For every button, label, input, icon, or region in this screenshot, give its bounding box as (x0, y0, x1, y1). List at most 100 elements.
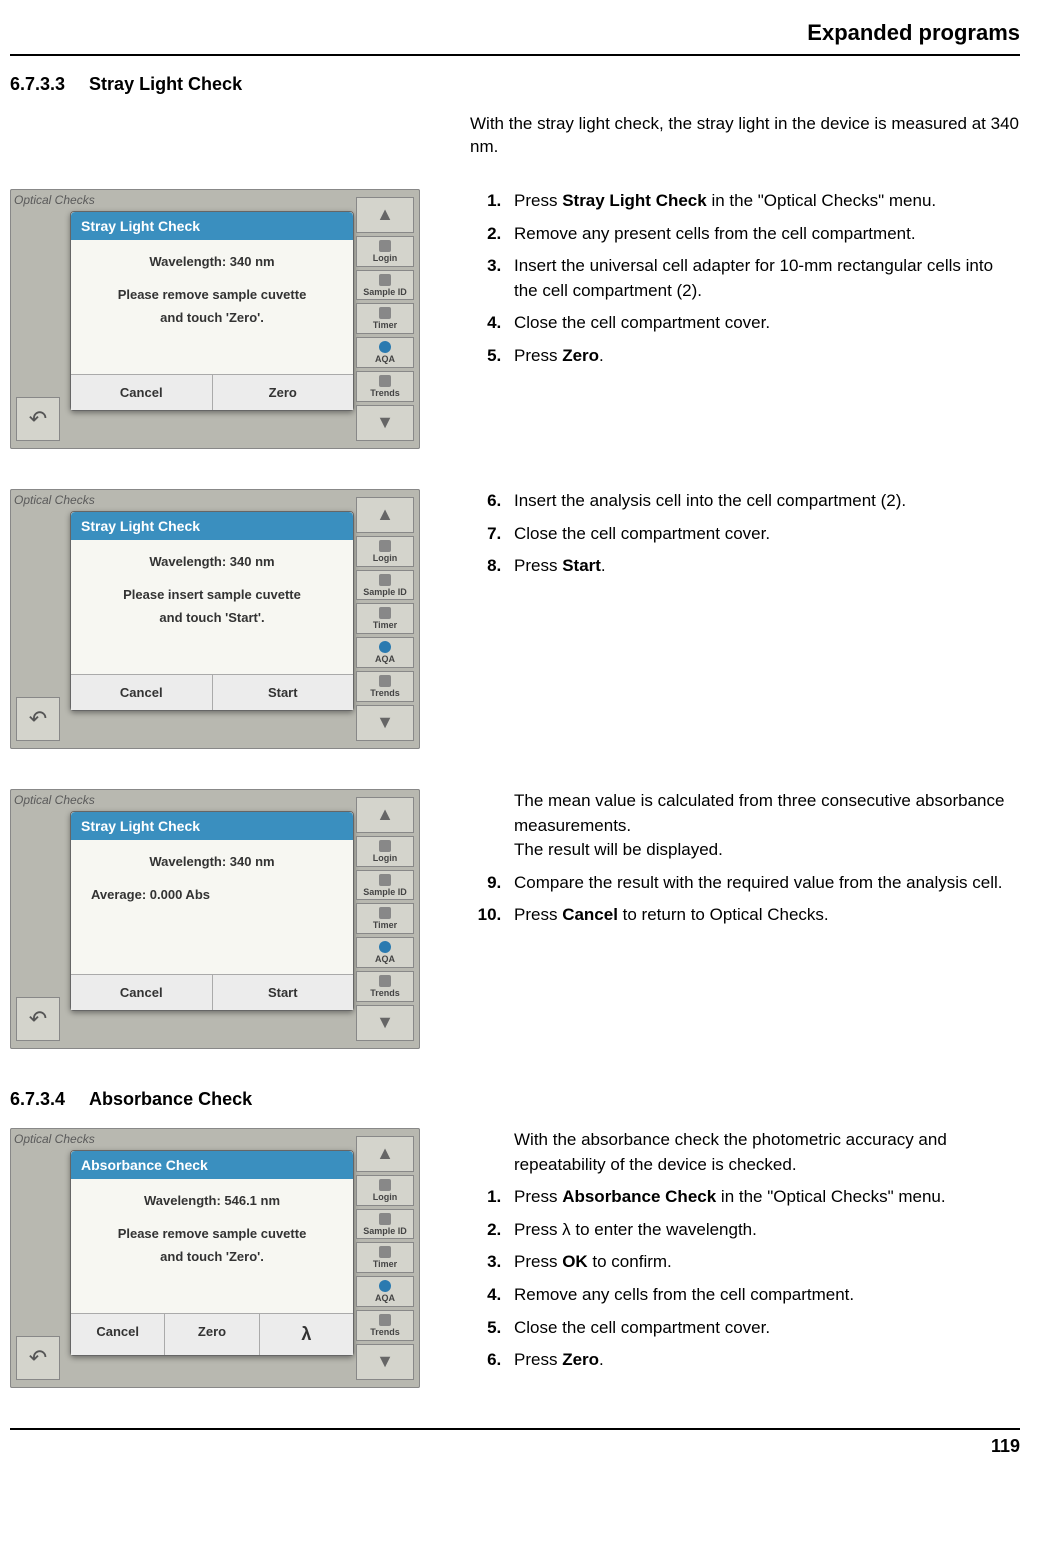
trends-button[interactable]: Trends (356, 971, 414, 1002)
trends-button[interactable]: Trends (356, 371, 414, 402)
section-heading-stray-light: 6.7.3.3 Stray Light Check (10, 74, 1020, 95)
dialog-title: Stray Light Check (71, 212, 353, 240)
section-title: Stray Light Check (89, 74, 242, 95)
average-value: Average: 0.000 Abs (91, 883, 343, 906)
back-button[interactable]: ↶ (16, 1336, 60, 1380)
section-number: 6.7.3.3 (10, 74, 65, 95)
sample-id-button[interactable]: Sample ID (356, 270, 414, 301)
page-number: 119 (10, 1428, 1020, 1457)
window-title: Optical Checks (14, 793, 95, 807)
dialog-message-line: and touch 'Zero'. (81, 306, 343, 329)
step-item: Press λ to enter the wavelength. (506, 1218, 1020, 1243)
scroll-down-icon[interactable]: ▼ (356, 1344, 414, 1380)
dialog-title: Stray Light Check (71, 812, 353, 840)
step-item: Compare the result with the required val… (506, 871, 1020, 896)
step-item: Press OK to confirm. (506, 1250, 1020, 1275)
screenshot-stray-light-start: Optical Checks Stray Light Check Wavelen… (10, 489, 420, 749)
wavelength-text: Wavelength: 546.1 nm (81, 1193, 343, 1208)
step-item: Press Start. (506, 554, 1020, 579)
back-button[interactable]: ↶ (16, 997, 60, 1041)
wavelength-text: Wavelength: 340 nm (81, 854, 343, 869)
aqa-button[interactable]: AQA (356, 1276, 414, 1307)
step-item: Remove any cells from the cell compartme… (506, 1283, 1020, 1308)
scroll-up-icon[interactable]: ▲ (356, 1136, 414, 1172)
cancel-button[interactable]: Cancel (71, 675, 213, 710)
step-item: Press Absorbance Check in the "Optical C… (506, 1185, 1020, 1210)
step-item: Remove any present cells from the cell c… (506, 222, 1020, 247)
aqa-button[interactable]: AQA (356, 337, 414, 368)
aqa-button[interactable]: AQA (356, 637, 414, 668)
step-item: Press Zero. (506, 344, 1020, 369)
scroll-down-icon[interactable]: ▼ (356, 405, 414, 441)
absorbance-intro: With the absorbance check the photometri… (514, 1128, 1020, 1177)
step-item: Insert the analysis cell into the cell c… (506, 489, 1020, 514)
zero-button[interactable]: Zero (213, 375, 354, 410)
cancel-button[interactable]: Cancel (71, 1314, 165, 1355)
dialog-message-line: and touch 'Start'. (81, 606, 343, 629)
scroll-up-icon[interactable]: ▲ (356, 497, 414, 533)
screenshot-stray-light-zero: Optical Checks Stray Light Check Wavelen… (10, 189, 420, 449)
wavelength-text: Wavelength: 340 nm (81, 254, 343, 269)
screenshot-absorbance-check: Optical Checks Absorbance Check Waveleng… (10, 1128, 420, 1388)
step-item: Press Cancel to return to Optical Checks… (506, 903, 1020, 928)
window-title: Optical Checks (14, 493, 95, 507)
back-button[interactable]: ↶ (16, 397, 60, 441)
window-title: Optical Checks (14, 193, 95, 207)
step-item: Press Stray Light Check in the "Optical … (506, 189, 1020, 214)
window-title: Optical Checks (14, 1132, 95, 1146)
sample-id-button[interactable]: Sample ID (356, 1209, 414, 1240)
step-item: Press Zero. (506, 1348, 1020, 1373)
timer-button[interactable]: Timer (356, 303, 414, 334)
dialog-absorbance: Absorbance Check Wavelength: 546.1 nm Pl… (70, 1150, 354, 1356)
scroll-down-icon[interactable]: ▼ (356, 1005, 414, 1041)
timer-button[interactable]: Timer (356, 603, 414, 634)
login-button[interactable]: Login (356, 536, 414, 567)
wavelength-text: Wavelength: 340 nm (81, 554, 343, 569)
dialog-message-line: and touch 'Zero'. (81, 1245, 343, 1268)
screenshot-stray-light-result: Optical Checks Stray Light Check Wavelen… (10, 789, 420, 1049)
timer-button[interactable]: Timer (356, 903, 414, 934)
start-button[interactable]: Start (213, 675, 354, 710)
step-item: Insert the universal cell adapter for 10… (506, 254, 1020, 303)
steps-block-1: Press Stray Light Check in the "Optical … (470, 189, 1020, 377)
scroll-down-icon[interactable]: ▼ (356, 705, 414, 741)
page-header: Expanded programs (10, 20, 1020, 56)
dialog-message-line: Please remove sample cuvette (81, 1222, 343, 1245)
sample-id-button[interactable]: Sample ID (356, 870, 414, 901)
step-item: Close the cell compartment cover. (506, 522, 1020, 547)
dialog-stray-light: Stray Light Check Wavelength: 340 nm Ple… (70, 211, 354, 411)
dialog-title: Absorbance Check (71, 1151, 353, 1179)
dialog-stray-light: Stray Light Check Wavelength: 340 nm Ave… (70, 811, 354, 1011)
login-button[interactable]: Login (356, 236, 414, 267)
section-intro: With the stray light check, the stray li… (470, 113, 1020, 159)
result-intro-line: The result will be displayed. (514, 838, 1020, 863)
aqa-button[interactable]: AQA (356, 937, 414, 968)
scroll-up-icon[interactable]: ▲ (356, 197, 414, 233)
start-button[interactable]: Start (213, 975, 354, 1010)
dialog-stray-light: Stray Light Check Wavelength: 340 nm Ple… (70, 511, 354, 711)
dialog-message-line: Please insert sample cuvette (81, 583, 343, 606)
steps-block-2: Insert the analysis cell into the cell c… (470, 489, 1020, 587)
cancel-button[interactable]: Cancel (71, 975, 213, 1010)
dialog-title: Stray Light Check (71, 512, 353, 540)
scroll-up-icon[interactable]: ▲ (356, 797, 414, 833)
lambda-button[interactable]: λ (260, 1314, 353, 1355)
step-item: Close the cell compartment cover. (506, 1316, 1020, 1341)
section-title: Absorbance Check (89, 1089, 252, 1110)
result-intro-line: The mean value is calculated from three … (514, 789, 1020, 838)
steps-block-3: The mean value is calculated from three … (470, 789, 1020, 936)
trends-button[interactable]: Trends (356, 1310, 414, 1341)
login-button[interactable]: Login (356, 836, 414, 867)
section-number: 6.7.3.4 (10, 1089, 65, 1110)
trends-button[interactable]: Trends (356, 671, 414, 702)
sample-id-button[interactable]: Sample ID (356, 570, 414, 601)
cancel-button[interactable]: Cancel (71, 375, 213, 410)
login-button[interactable]: Login (356, 1175, 414, 1206)
steps-block-4: With the absorbance check the photometri… (470, 1128, 1020, 1381)
back-button[interactable]: ↶ (16, 697, 60, 741)
section-heading-absorbance: 6.7.3.4 Absorbance Check (10, 1089, 1020, 1110)
dialog-message-line: Please remove sample cuvette (81, 283, 343, 306)
zero-button[interactable]: Zero (165, 1314, 259, 1355)
timer-button[interactable]: Timer (356, 1242, 414, 1273)
step-item: Close the cell compartment cover. (506, 311, 1020, 336)
